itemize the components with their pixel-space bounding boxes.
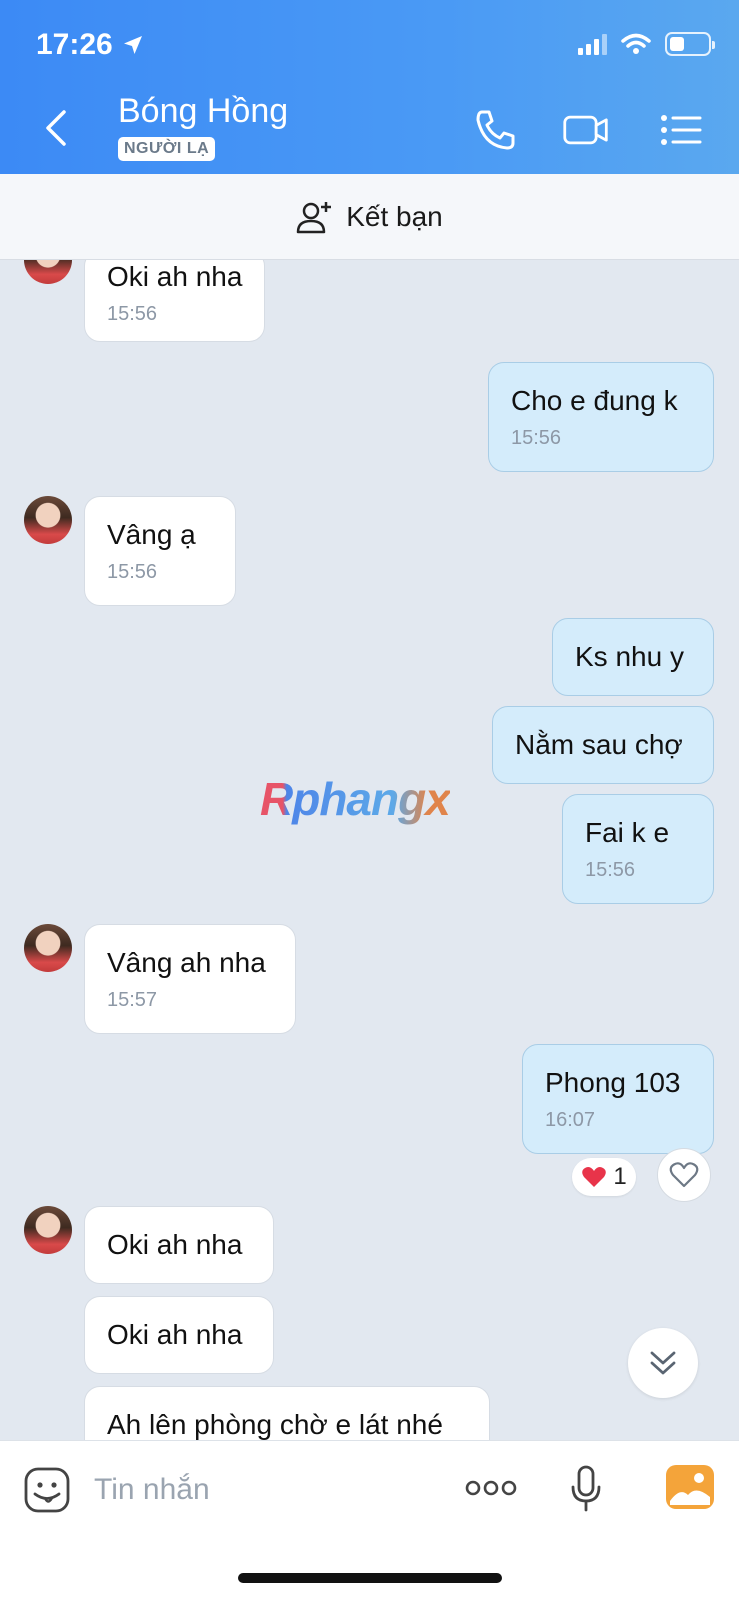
home-indicator — [238, 1573, 502, 1583]
reaction-summary[interactable]: 1 — [572, 1158, 636, 1196]
outgoing-message[interactable]: Ks nhu y — [552, 618, 714, 696]
contact-name[interactable]: Bóng Hồng — [118, 92, 288, 131]
double-chevron-down-icon — [650, 1351, 676, 1375]
message-input[interactable]: Tin nhắn — [94, 1473, 210, 1507]
incoming-message[interactable]: Oki ah nha — [84, 1206, 274, 1284]
react-button[interactable] — [657, 1148, 711, 1202]
microphone-icon[interactable] — [570, 1465, 602, 1513]
location-arrow-icon — [123, 36, 142, 54]
battery-icon — [665, 32, 715, 56]
signal-icon — [578, 33, 607, 55]
status-time-text: 17:26 — [36, 28, 113, 61]
back-arrow-icon[interactable] — [42, 108, 72, 148]
status-time: 17:26 — [36, 28, 145, 62]
contact-avatar[interactable] — [24, 1206, 72, 1254]
chat-header: 17:26 Bóng Hồng NGƯỜI LẠ — [0, 0, 739, 174]
add-friend-button[interactable]: Kết bạn — [0, 174, 739, 260]
add-friend-label: Kết bạn — [346, 200, 443, 232]
contact-avatar[interactable] — [24, 924, 72, 972]
phone-call-icon[interactable] — [472, 108, 520, 152]
heart-outline-icon — [669, 1162, 699, 1188]
add-user-icon — [296, 201, 332, 233]
sticker-icon[interactable] — [24, 1467, 70, 1513]
incoming-message[interactable]: Vâng ah nha 15:57 — [84, 924, 296, 1034]
message-input-bar: Tin nhắn — [0, 1440, 739, 1600]
message-list[interactable]: Oki ah nha 15:56 Cho e đung k 15:56 Vâng… — [0, 260, 739, 1440]
incoming-message[interactable]: Ah lên phòng chờ e lát nhé — [84, 1386, 490, 1440]
watermark-logo: Rphangx — [260, 773, 451, 825]
incoming-message[interactable]: Vâng ạ 15:56 — [84, 496, 236, 606]
outgoing-message[interactable]: Phong 103 16:07 — [522, 1044, 714, 1154]
wifi-icon — [621, 33, 651, 54]
incoming-message[interactable]: Oki ah nha 15:56 — [84, 260, 266, 342]
more-options-icon[interactable] — [464, 1479, 518, 1497]
menu-list-icon[interactable] — [658, 108, 706, 152]
heart-reaction-icon — [582, 1167, 607, 1187]
outgoing-message[interactable]: Nằm sau chợ — [492, 706, 714, 784]
outgoing-message[interactable]: Fai k e 15:56 — [562, 794, 714, 904]
video-call-icon[interactable] — [562, 108, 610, 152]
reaction-count: 1 — [613, 1163, 627, 1190]
incoming-message[interactable]: Oki ah nha — [84, 1296, 274, 1374]
status-indicators — [578, 32, 715, 56]
contact-avatar[interactable] — [24, 260, 72, 284]
outgoing-message[interactable]: Cho e đung k 15:56 — [488, 362, 714, 472]
contact-avatar[interactable] — [24, 496, 72, 544]
image-gallery-icon[interactable] — [666, 1465, 714, 1509]
scroll-to-bottom-button[interactable] — [628, 1328, 698, 1398]
stranger-badge: NGƯỜI LẠ — [118, 137, 216, 161]
